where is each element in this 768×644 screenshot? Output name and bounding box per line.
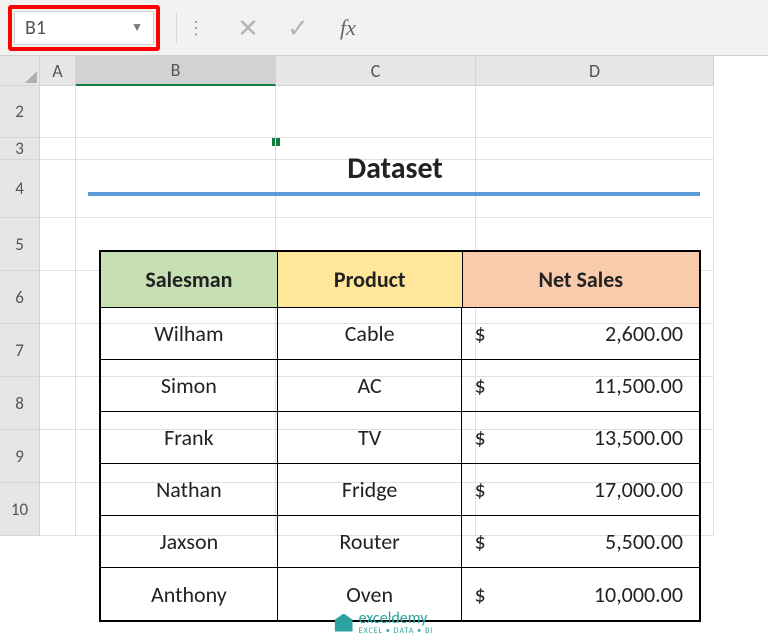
title-underline xyxy=(88,192,700,196)
formula-bar: B1 ▼ ⋮ ✕ ✓ fx xyxy=(0,0,768,56)
cell-product[interactable]: AC xyxy=(278,360,463,412)
spreadsheet-grid[interactable]: A B C D 2 3 4 5 6 7 8 9 10 Dataset Sales… xyxy=(0,56,768,536)
col-header-d[interactable]: D xyxy=(476,56,714,86)
column-headers: A B C D xyxy=(0,56,768,86)
row-header-10[interactable]: 10 xyxy=(0,483,40,536)
dataset-title: Dataset xyxy=(76,142,714,194)
name-box[interactable]: B1 ▼ xyxy=(14,11,154,45)
row-header-3[interactable]: 3 xyxy=(0,138,40,160)
chevron-down-icon[interactable]: ▼ xyxy=(131,20,143,35)
cell-netsales[interactable]: $5,500.00 xyxy=(462,516,699,568)
row-header-8[interactable]: 8 xyxy=(0,377,40,430)
header-product[interactable]: Product xyxy=(278,252,463,308)
table-row: Frank TV $13,500.00 xyxy=(101,412,699,464)
cell-product[interactable]: Router xyxy=(278,516,463,568)
watermark-tagline: EXCEL • DATA • BI xyxy=(359,626,434,636)
cell-product[interactable]: Fridge xyxy=(278,464,463,516)
cell-salesman[interactable]: Jaxson xyxy=(101,516,278,568)
enter-icon: ✓ xyxy=(273,8,323,48)
data-table: Salesman Product Net Sales Wilham Cable … xyxy=(99,250,701,622)
cell-netsales[interactable]: $10,000.00 xyxy=(462,568,699,620)
select-all-corner[interactable] xyxy=(0,56,40,86)
col-header-b[interactable]: B xyxy=(76,56,276,86)
name-box-value: B1 xyxy=(25,16,46,40)
cell-salesman[interactable]: Simon xyxy=(101,360,278,412)
row-header-6[interactable]: 6 xyxy=(0,271,40,324)
row-header-4[interactable]: 4 xyxy=(0,160,40,218)
table-header-row: Salesman Product Net Sales xyxy=(101,252,699,308)
logo-icon xyxy=(335,614,353,632)
row-header-5[interactable]: 5 xyxy=(0,218,40,271)
row-header-2[interactable]: 2 xyxy=(0,86,40,138)
cell-product[interactable]: Cable xyxy=(278,308,463,360)
header-netsales[interactable]: Net Sales xyxy=(463,252,699,308)
col-header-c[interactable]: C xyxy=(276,56,476,86)
cell-netsales[interactable]: $13,500.00 xyxy=(462,412,699,464)
cancel-icon: ✕ xyxy=(223,8,273,48)
table-row: Nathan Fridge $17,000.00 xyxy=(101,464,699,516)
col-header-a[interactable]: A xyxy=(40,56,76,86)
more-icon[interactable]: ⋮ xyxy=(187,17,205,39)
cell-salesman[interactable]: Anthony xyxy=(101,568,278,620)
cell-salesman[interactable]: Wilham xyxy=(101,308,278,360)
table-row: Jaxson Router $5,500.00 xyxy=(101,516,699,568)
row-header-7[interactable]: 7 xyxy=(0,324,40,377)
table-row: Simon AC $11,500.00 xyxy=(101,360,699,412)
cell-netsales[interactable]: $2,600.00 xyxy=(462,308,699,360)
header-salesman[interactable]: Salesman xyxy=(101,252,278,308)
separator xyxy=(176,13,177,43)
row-header-9[interactable]: 9 xyxy=(0,430,40,483)
fx-button[interactable]: fx xyxy=(323,8,373,48)
table-row: Wilham Cable $2,600.00 xyxy=(101,308,699,360)
name-box-highlight: B1 ▼ xyxy=(8,5,160,51)
cell-product[interactable]: TV xyxy=(278,412,463,464)
cell-salesman[interactable]: Frank xyxy=(101,412,278,464)
cell-netsales[interactable]: $17,000.00 xyxy=(462,464,699,516)
cell-netsales[interactable]: $11,500.00 xyxy=(462,360,699,412)
cell-salesman[interactable]: Nathan xyxy=(101,464,278,516)
watermark: exceldemy EXCEL • DATA • BI xyxy=(335,609,434,636)
